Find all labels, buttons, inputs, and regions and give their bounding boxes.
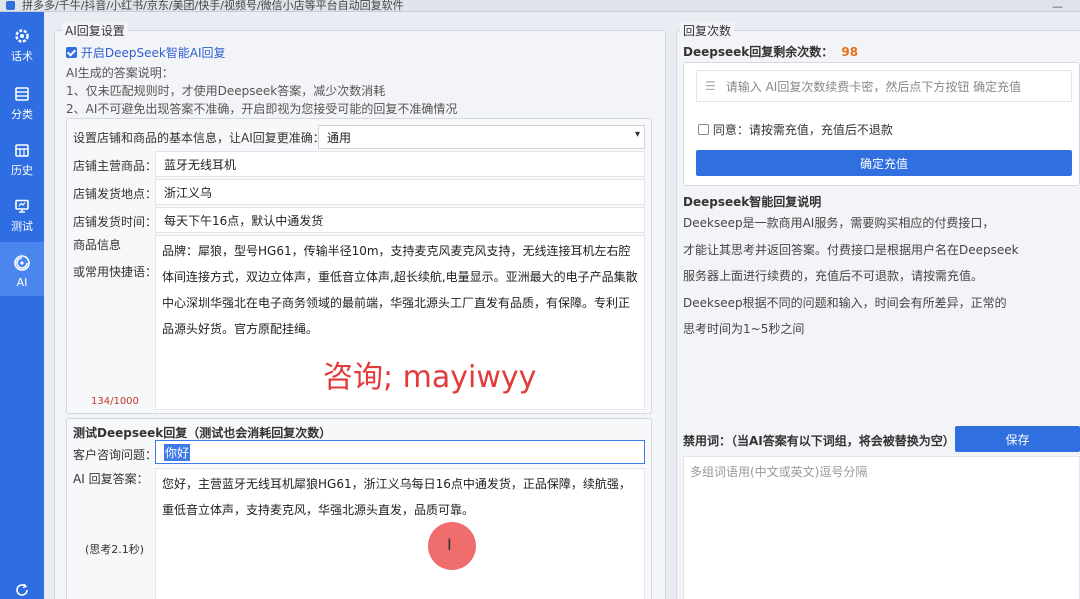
base-info-label: 设置店铺和商品的基本信息，让AI回复更准确： [73, 131, 325, 145]
ai-note-1: 1、仅未匹配规则时，才使用Deepseek答案，减少次数消耗 [66, 84, 386, 98]
checkbox-unchecked-icon [698, 124, 709, 135]
answer-label: AI 回复答案： [73, 472, 149, 486]
window-title: 拼多多/千牛/抖音/小红书/京东/美团/快手/视频号/微信小店等平台自动回复软件 [22, 0, 404, 12]
description-title: Deepseek智能回复说明 [683, 195, 822, 209]
remaining-value: 98 [841, 45, 859, 59]
category-value: 通用 [327, 130, 352, 145]
card-key-placeholder: 请输入 AI回复次数续费卡密，然后点下方按钮 确定充值 [725, 79, 1022, 94]
ai-note-title: AI生成的答案说明： [66, 66, 174, 80]
window-titlebar: 拼多多/千牛/抖音/小红书/京东/美团/快手/视频号/微信小店等平台自动回复软件… [0, 0, 1080, 13]
agree-label: 同意：请按需充值，充值后不退款 [712, 123, 893, 137]
sidebar-item-ai[interactable]: AI [0, 242, 44, 296]
main-product-value: 蓝牙无线耳机 [164, 157, 237, 172]
sidebar-item-ceshi[interactable]: 测试 [0, 186, 44, 240]
main-product-label: 店铺主营商品： [73, 159, 158, 173]
question-value: 你好 [164, 443, 191, 461]
sidebar-item-label: 测试 [11, 220, 33, 233]
mouse-cursor-highlight: I [428, 522, 476, 570]
sidebar-item-label: AI [16, 276, 28, 289]
recharge-button[interactable]: 确定充值 [696, 150, 1072, 176]
ai-note-2: 2、AI不可避免出现答案不准确，开启即视为您接受可能的回复不准确情况 [66, 102, 458, 116]
refresh-icon[interactable] [14, 582, 30, 599]
sidebar-item-lishi[interactable]: 历史 [0, 130, 44, 184]
watermark-text: 咨询; mayiwyy [323, 360, 537, 395]
save-button[interactable]: 保存 [955, 426, 1080, 452]
ai-settings-title: AI回复设置 [62, 22, 128, 39]
sidebar-item-huashu[interactable]: 话术 [0, 16, 44, 70]
list-icon: ☰ [705, 79, 716, 93]
ship-from-input[interactable]: 浙江义乌 [155, 179, 645, 205]
description-line: 思考时间为1~5秒之间 [683, 322, 805, 336]
remaining-label: Deepseek回复剩余次数： [683, 45, 834, 59]
product-info-label-2: 或常用快捷语： [73, 265, 158, 279]
question-label: 客户咨询问题： [73, 448, 158, 462]
sidebar: 话术 分类 历史 测试 AI [0, 12, 44, 599]
ship-time-value: 每天下午16点，默认中通发货 [164, 213, 324, 228]
category-select[interactable]: 通用 ▾ [318, 125, 645, 149]
monitor-icon [15, 199, 29, 213]
sidebar-item-fenlei[interactable]: 分类 [0, 74, 44, 128]
card-key-input[interactable]: ☰ 请输入 AI回复次数续费卡密，然后点下方按钮 确定充值 [696, 70, 1072, 102]
description-line: 才能让其思考并返回答案。付费接口是根据用户名在Deepseek [683, 243, 1019, 257]
main-product-input[interactable]: 蓝牙无线耳机 [155, 151, 645, 177]
text-cursor-icon: I [447, 535, 452, 554]
app-icon [6, 1, 15, 10]
char-count: 134/1000 [91, 396, 139, 407]
remaining-row: Deepseek回复剩余次数： 98 [683, 43, 858, 60]
sidebar-item-label: 历史 [11, 164, 33, 177]
gear-icon [15, 29, 29, 43]
checkbox-checked-icon [66, 47, 77, 58]
banned-label: 禁用词：（当AI答案有以下词组，将会被替换为空） [683, 434, 955, 448]
banned-words-textarea[interactable]: 多组词语用(中文或英文)逗号分隔 [683, 456, 1080, 599]
description-line: Deekseep根据不同的问题和输入，时间会有所差异，正常的 [683, 296, 1007, 310]
agree-checkbox[interactable]: 同意：请按需充值，充值后不退款 [698, 121, 893, 138]
sidebar-item-label: 分类 [11, 108, 33, 121]
reply-count-title: 回复次数 [680, 22, 735, 39]
ship-from-value: 浙江义乌 [164, 185, 213, 200]
question-input[interactable]: 你好 [155, 440, 645, 464]
think-time: (思考2.1秒) [85, 543, 145, 556]
enable-deepseek-label: 开启DeepSeek智能AI回复 [80, 46, 226, 60]
enable-deepseek-checkbox[interactable]: 开启DeepSeek智能AI回复 [66, 44, 226, 61]
calendar-icon [15, 144, 29, 157]
chevron-down-icon: ▾ [634, 129, 640, 140]
description-line: 服务器上面进行续费的，充值后不可退款，请按需充值。 [683, 269, 984, 283]
list-icon [15, 87, 29, 101]
product-info-label: 商品信息 [73, 238, 122, 252]
test-reply-title: 测试Deepseek回复（测试也会消耗回复次数） [73, 426, 332, 440]
answer-textarea[interactable]: 您好，主营蓝牙无线耳机犀狼HG61，浙江义乌每日16点中通发货，正品保障，续航强… [155, 468, 645, 599]
ship-from-label: 店铺发货地点： [73, 187, 158, 201]
ship-time-label: 店铺发货时间： [73, 215, 158, 229]
sidebar-item-label: 话术 [11, 50, 33, 63]
description-line: Deekseep是一款商用AI服务，需要购买相应的付费接口， [683, 216, 995, 230]
minimize-icon[interactable]: — [1052, 0, 1063, 13]
ai-icon [14, 255, 30, 271]
ship-time-input[interactable]: 每天下午16点，默认中通发货 [155, 207, 645, 233]
